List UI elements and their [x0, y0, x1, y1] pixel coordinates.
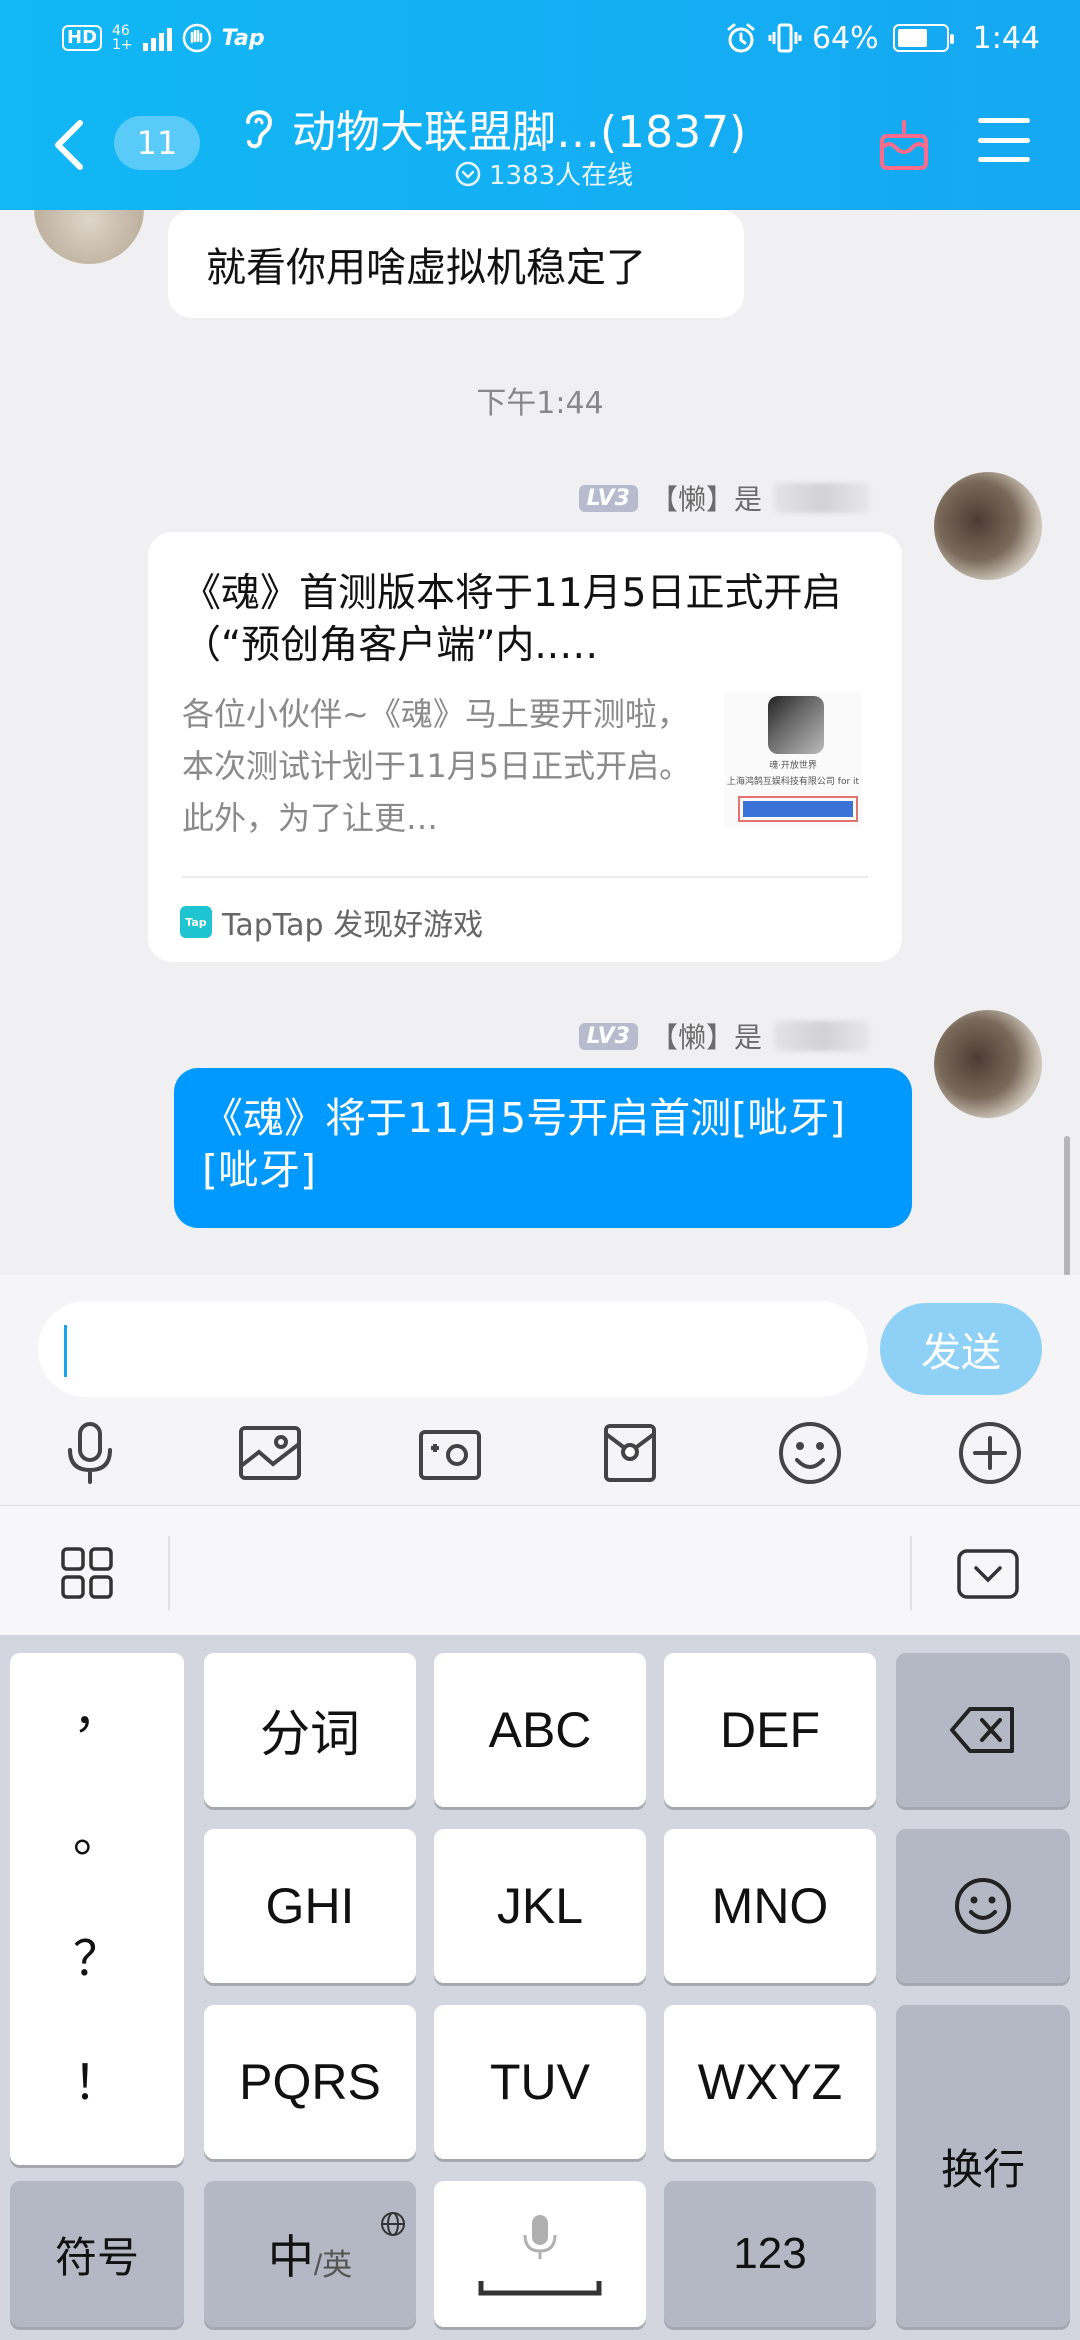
key-period[interactable]: 。	[10, 1795, 184, 1865]
message-text: 就看你用啥虚拟机稳定了	[206, 245, 646, 291]
backspace-key[interactable]	[896, 1653, 1070, 1807]
message-text: 《魂》将于11月5号开启首测[呲牙][呲牙]	[202, 1094, 846, 1194]
language-switch-key[interactable]: 中/英	[204, 2181, 416, 2327]
red-packet-icon[interactable]	[592, 1415, 668, 1491]
sender-info: LV3 【懒】是	[578, 478, 870, 518]
key-mno[interactable]: MNO	[664, 1829, 876, 1983]
key-abc[interactable]: ABC	[434, 1653, 646, 1807]
card-divider	[182, 876, 868, 878]
thumb-button	[738, 796, 858, 822]
number-key[interactable]: 123	[664, 2181, 876, 2327]
status-bar-left: HD 46 1+ Tap	[62, 18, 265, 58]
avatar[interactable]	[934, 472, 1042, 580]
game-logo-icon	[768, 696, 824, 754]
level-badge: LV3	[578, 1022, 638, 1050]
key-pqrs[interactable]: PQRS	[204, 2005, 416, 2159]
chevron-circle-icon	[455, 161, 481, 186]
send-button[interactable]: 发送	[880, 1303, 1042, 1395]
group-title-row[interactable]: 动物大联盟脚…(1837)	[240, 96, 746, 160]
emoji-icon[interactable]	[772, 1415, 848, 1491]
globe-icon	[380, 2191, 406, 2249]
key-wxyz[interactable]: WXYZ	[664, 2005, 876, 2159]
blurred-name	[774, 1021, 870, 1051]
symbol-key[interactable]: 符号	[10, 2181, 184, 2327]
text-cursor	[64, 1325, 67, 1377]
card-title: 《魂》首测版本将于11月5日正式开启（“预创角客户端”内..…	[182, 571, 842, 668]
thumb-subtitle: 上海鸿鹄互娱科技有限公司 for it	[726, 777, 860, 787]
input-area: 发送	[0, 1275, 1080, 1505]
card-thumbnail: 魂·开放世界 上海鸿鹄互娱科技有限公司 for it	[724, 692, 862, 828]
unread-count-badge[interactable]: 11	[114, 116, 200, 170]
key-segment[interactable]: 分词	[204, 1653, 416, 1807]
battery-icon	[892, 24, 954, 52]
keyboard: ， 。 ？ ！ 分词 ABC DEF GHI JKL MNO PQRS TUV …	[0, 1635, 1080, 2340]
enter-key[interactable]: 换行	[896, 2005, 1070, 2327]
keyboard-toolbar	[0, 1505, 1080, 1635]
card-source: Tap TapTap 发现好游戏	[180, 900, 483, 944]
punctuation-column[interactable]: ， 。 ？ ！	[10, 1653, 184, 2165]
lang-main: 中	[267, 2231, 314, 2283]
back-button[interactable]	[50, 115, 90, 175]
alarm-icon	[724, 21, 758, 55]
divider	[910, 1536, 912, 1610]
blurred-name	[774, 483, 870, 513]
online-count: 1383人在线	[489, 161, 634, 191]
level-badge: LV3	[578, 484, 638, 512]
card-source-label: TapTap 发现好游戏	[222, 908, 484, 943]
emoji-key[interactable]	[896, 1829, 1070, 1983]
avatar[interactable]	[934, 1010, 1042, 1118]
camera-icon[interactable]	[412, 1415, 488, 1491]
backspace-icon	[950, 1707, 1014, 1753]
grid-menu-icon[interactable]	[60, 1546, 114, 1604]
key-ghi[interactable]: GHI	[204, 1829, 416, 1983]
key-jkl[interactable]: JKL	[434, 1829, 646, 1983]
ear-icon	[240, 104, 276, 152]
key-def[interactable]: DEF	[664, 1653, 876, 1807]
lang-sub: /英	[313, 2249, 353, 2282]
message-timestamp: 下午1:44	[476, 386, 604, 421]
hide-keyboard-icon[interactable]	[956, 1548, 1020, 1604]
voice-space-icon	[478, 2215, 602, 2296]
divider	[168, 1536, 170, 1610]
sender-name: 【懒】是	[649, 483, 762, 516]
vibrate-icon	[768, 21, 802, 55]
online-status[interactable]: 1383人在线	[455, 155, 633, 192]
signal-icon	[142, 25, 172, 51]
share-card[interactable]: 《魂》首测版本将于11月5日正式开启（“预创角客户端”内..… 各位小伙伴~《魂…	[148, 532, 902, 962]
cake-icon[interactable]	[876, 118, 932, 172]
key-comma[interactable]: ，	[10, 1671, 184, 1741]
group-name: 动物大联盟脚…(1837)	[292, 107, 747, 158]
menu-icon[interactable]	[978, 118, 1030, 162]
key-question[interactable]: ？	[10, 1919, 184, 1989]
key-exclamation[interactable]: ！	[10, 2043, 184, 2113]
hd-indicator: HD	[62, 25, 103, 51]
scrollbar[interactable]	[1064, 1136, 1070, 1275]
taptap-icon: Tap	[180, 906, 212, 938]
network-type: 46 1+	[112, 23, 133, 53]
sender-info: LV3 【懒】是	[578, 1016, 870, 1056]
chat-header: HD 46 1+ Tap 64% 1:44 11 动物大联盟脚…(1837) 1…	[0, 0, 1080, 210]
microphone-icon[interactable]	[52, 1415, 128, 1491]
image-icon[interactable]	[232, 1415, 308, 1491]
thumb-title: 魂·开放世界	[769, 761, 817, 771]
hand-icon	[182, 23, 212, 53]
status-bar-right: 64% 1:44	[724, 18, 1040, 58]
sender-name: 【懒】是	[649, 1021, 762, 1054]
emoji-icon	[955, 1878, 1011, 1934]
message-bubble[interactable]: 就看你用啥虚拟机稳定了	[168, 210, 744, 318]
key-tuv[interactable]: TUV	[434, 2005, 646, 2159]
message-list[interactable]: 就看你用啥虚拟机稳定了 下午1:44 LV3 【懒】是 《魂》首测版本将于11月…	[0, 210, 1080, 1275]
plus-icon[interactable]	[952, 1415, 1028, 1491]
message-input[interactable]	[38, 1301, 868, 1397]
taptap-status-label: Tap	[221, 25, 265, 51]
space-key[interactable]	[434, 2181, 646, 2327]
member-count: (1837)	[600, 107, 747, 158]
battery-fill	[897, 29, 927, 47]
message-bubble[interactable]: 《魂》将于11月5号开启首测[呲牙][呲牙]	[174, 1068, 912, 1228]
battery-percent: 64%	[811, 20, 879, 56]
avatar[interactable]	[34, 210, 144, 264]
card-description: 各位小伙伴~《魂》马上要开测啦，本次测试计划于11月5日正式开启。此外，为了让更…	[182, 695, 692, 837]
clock: 1:44	[972, 20, 1040, 56]
